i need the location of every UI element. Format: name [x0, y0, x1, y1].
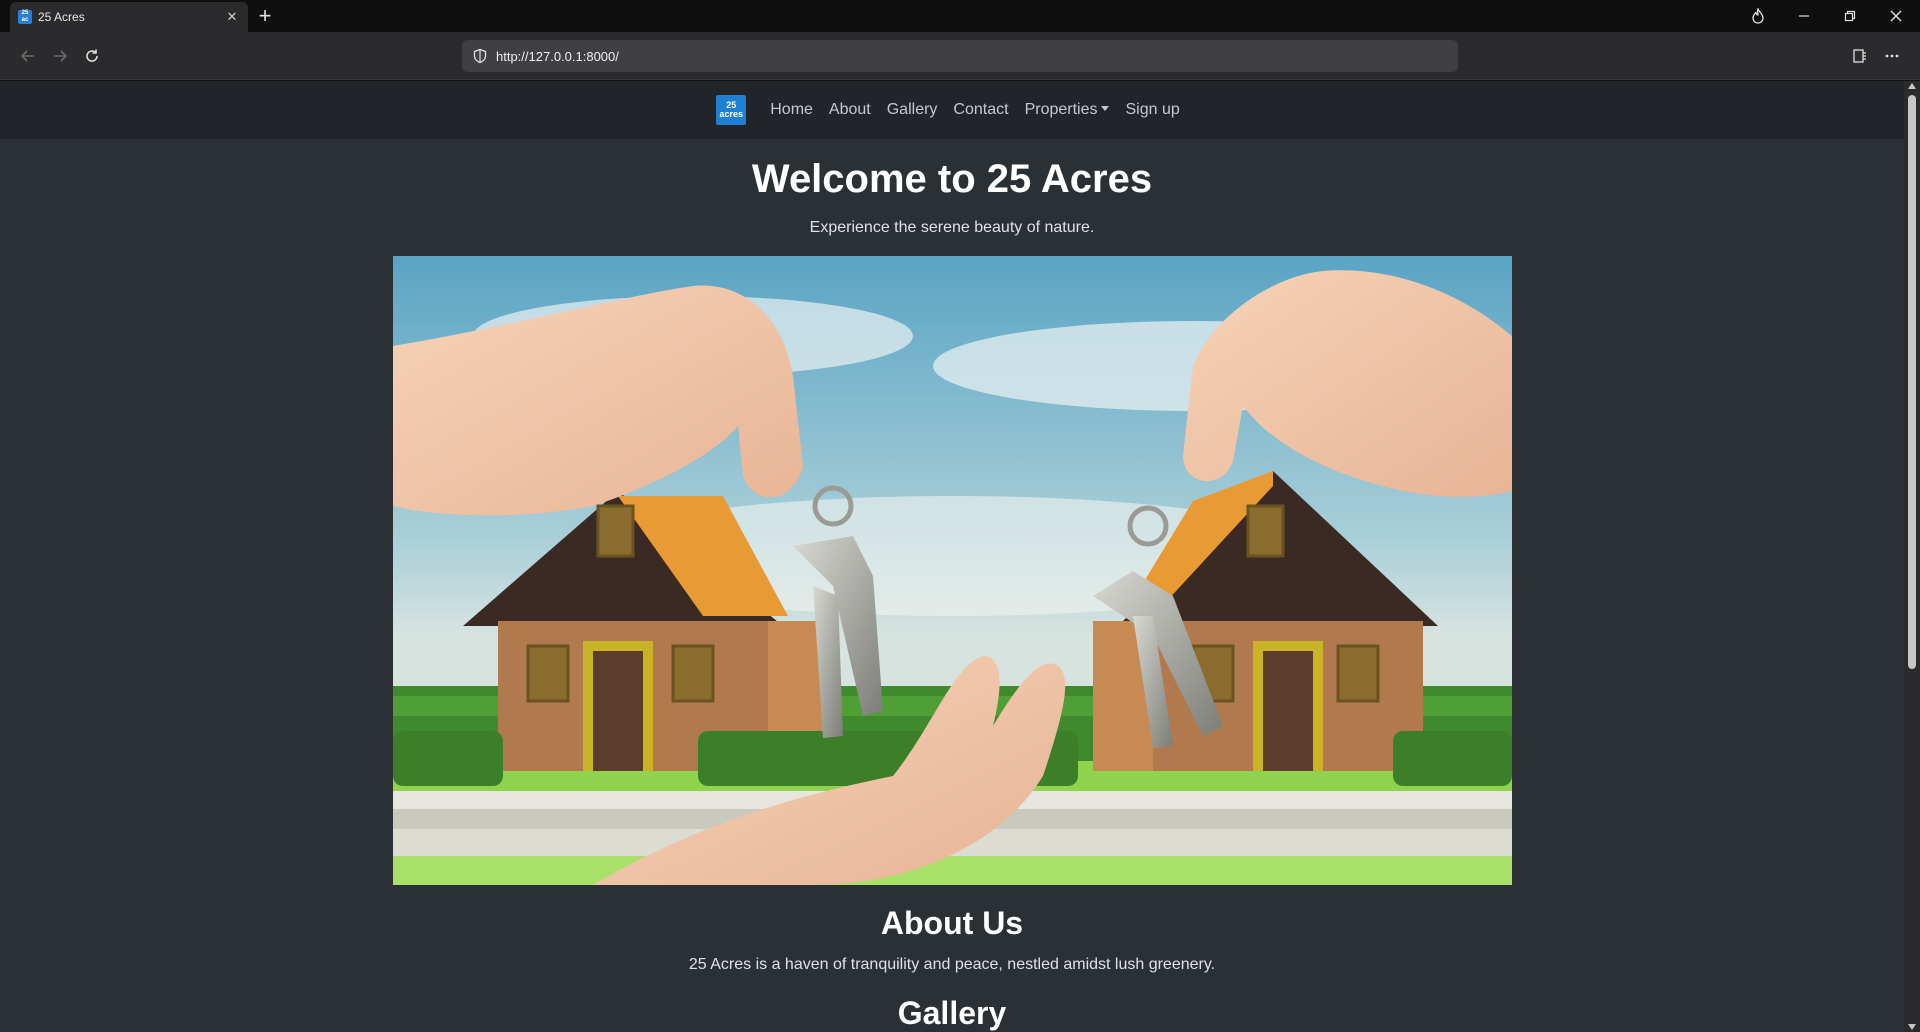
page-viewport: 25 acres Home About Gallery Contact Prop… [0, 81, 1904, 1032]
browser-toolbar: http://127.0.0.1:8000/ [0, 32, 1920, 80]
logo-word: acres [719, 109, 743, 119]
scroll-up-icon[interactable] [1908, 83, 1916, 89]
nav-gallery[interactable]: Gallery [879, 101, 946, 119]
forward-button[interactable] [46, 42, 74, 70]
page-scrollbar[interactable] [1904, 81, 1920, 1032]
new-tab-button[interactable]: + [252, 4, 278, 30]
hero-title: Welcome to 25 Acres [751, 157, 1153, 201]
shield-icon[interactable] [472, 48, 488, 64]
hero-subtitle: Experience the serene beauty of nature. [809, 219, 1095, 236]
nav-properties-dropdown[interactable]: Properties [1017, 101, 1118, 119]
arrow-right-icon [54, 50, 68, 62]
reading-list-icon[interactable] [1846, 42, 1874, 70]
scrollbar-thumb[interactable] [1908, 95, 1916, 669]
gallery-heading: Gallery [897, 995, 1007, 1031]
reload-button[interactable] [78, 42, 106, 70]
address-bar[interactable]: http://127.0.0.1:8000/ [462, 40, 1458, 72]
nav-about[interactable]: About [821, 101, 879, 119]
hero-image [393, 256, 1512, 885]
more-icon[interactable] [1878, 42, 1906, 70]
nav-home[interactable]: Home [762, 101, 821, 119]
browser-tab[interactable]: 25 ac 25 Acres ✕ [10, 2, 248, 32]
tab-favicon-icon: 25 ac [18, 10, 32, 24]
scroll-down-icon[interactable] [1908, 1024, 1916, 1030]
minimize-icon[interactable] [1782, 0, 1826, 32]
back-button[interactable] [14, 42, 42, 70]
nav-contact[interactable]: Contact [945, 101, 1016, 119]
reload-icon [86, 49, 98, 62]
flame-icon[interactable] [1736, 0, 1780, 32]
close-window-icon[interactable] [1874, 0, 1918, 32]
restore-icon[interactable] [1828, 0, 1872, 32]
about-heading: About Us [880, 905, 1024, 941]
arrow-left-icon [20, 50, 34, 62]
about-text: 25 Acres is a haven of tranquility and p… [688, 956, 1216, 973]
browser-titlebar: 25 ac 25 Acres ✕ + [0, 0, 1920, 32]
site-navbar: 25 acres Home About Gallery Contact Prop… [0, 81, 1904, 139]
url-text[interactable]: http://127.0.0.1:8000/ [496, 49, 619, 64]
site-logo[interactable]: 25 acres [716, 95, 747, 125]
nav-signup[interactable]: Sign up [1117, 101, 1187, 119]
tab-close-icon[interactable]: ✕ [224, 9, 240, 25]
tab-title: 25 Acres [38, 10, 85, 24]
